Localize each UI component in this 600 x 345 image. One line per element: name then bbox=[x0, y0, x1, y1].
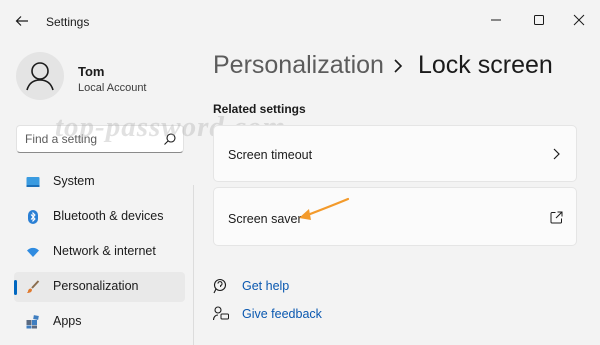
page-title: Lock screen bbox=[418, 51, 553, 79]
apps-icon bbox=[26, 315, 39, 329]
screen-timeout-label: Screen timeout bbox=[228, 148, 313, 162]
breadcrumb-chevron-icon bbox=[394, 59, 403, 73]
get-help-link[interactable]: Get help bbox=[242, 279, 289, 293]
external-link-icon bbox=[550, 211, 563, 224]
section-heading: Related settings bbox=[213, 102, 306, 116]
sidebar-item-system[interactable]: System bbox=[14, 167, 185, 197]
active-indicator bbox=[14, 280, 17, 295]
brush-icon bbox=[27, 280, 40, 293]
sidebar-divider bbox=[193, 185, 194, 345]
sidebar-item-apps[interactable]: Apps bbox=[14, 307, 185, 337]
window-title: Settings bbox=[46, 15, 90, 29]
monitor-icon bbox=[26, 177, 40, 187]
bluetooth-icon bbox=[28, 210, 38, 224]
chevron-right-icon bbox=[553, 148, 560, 160]
minimize-icon[interactable] bbox=[486, 10, 506, 30]
sidebar-item-label: Apps bbox=[53, 314, 82, 328]
screen-timeout-row[interactable]: Screen timeout bbox=[213, 125, 577, 182]
sidebar-item-label: Bluetooth & devices bbox=[53, 209, 164, 223]
sidebar-item-label: Personalization bbox=[53, 279, 139, 293]
give-feedback-link[interactable]: Give feedback bbox=[242, 307, 322, 321]
back-arrow-icon[interactable] bbox=[14, 13, 30, 29]
wifi-icon bbox=[27, 247, 39, 257]
annotation-arrow-icon bbox=[299, 197, 350, 220]
close-icon[interactable] bbox=[569, 10, 589, 30]
person-icon bbox=[26, 62, 54, 91]
screen-saver-row[interactable]: Screen saver bbox=[213, 187, 577, 246]
feedback-icon bbox=[213, 306, 229, 321]
sidebar-item-label: System bbox=[53, 174, 95, 188]
help-icon bbox=[213, 278, 227, 294]
title-bar: Settings bbox=[0, 0, 600, 42]
maximize-icon[interactable] bbox=[529, 10, 549, 30]
account-type: Local Account bbox=[78, 82, 147, 94]
sidebar-item-network[interactable]: Network & internet bbox=[14, 237, 185, 267]
breadcrumb-parent[interactable]: Personalization bbox=[213, 51, 384, 80]
sidebar-item-label: Network & internet bbox=[53, 244, 156, 258]
sidebar-item-bluetooth[interactable]: Bluetooth & devices bbox=[14, 202, 185, 232]
avatar[interactable] bbox=[16, 52, 64, 100]
sidebar-item-personalization[interactable]: Personalization bbox=[14, 272, 185, 302]
user-name: Tom bbox=[78, 64, 105, 79]
screen-saver-label: Screen saver bbox=[228, 212, 302, 226]
